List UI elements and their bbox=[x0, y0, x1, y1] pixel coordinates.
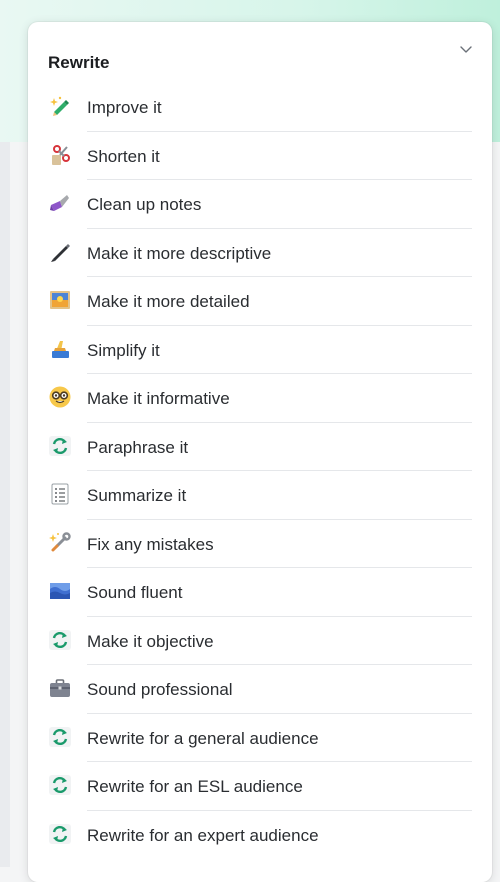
briefcase-icon bbox=[48, 676, 72, 700]
menu-item-label: Make it more detailed bbox=[87, 292, 250, 311]
sponge-icon bbox=[48, 337, 72, 361]
menu-item-label: Make it more descriptive bbox=[87, 243, 272, 263]
menu-item-label: Shorten it bbox=[87, 146, 160, 166]
rewrite-menu-panel: Rewrite Improve it Shorten it Clean up n… bbox=[28, 22, 492, 882]
menu-item-improve-it[interactable]: Improve it bbox=[28, 83, 492, 132]
menu-item-label: Paraphrase it bbox=[87, 437, 189, 457]
menu-item-clean-up-notes[interactable]: Clean up notes bbox=[28, 180, 492, 229]
rewrite-options-list: Improve it Shorten it Clean up notes Mak… bbox=[28, 83, 492, 859]
menu-item-rewrite-esl-audience[interactable]: Rewrite for an ESL audience bbox=[28, 762, 492, 811]
pencil-sparkle-icon bbox=[48, 94, 72, 118]
refresh-icon bbox=[48, 725, 72, 749]
menu-item-label: Make it informative bbox=[87, 389, 230, 408]
pen-icon bbox=[48, 240, 72, 264]
refresh-icon bbox=[48, 434, 72, 458]
menu-item-make-it-informative[interactable]: Make it informative bbox=[28, 374, 492, 423]
refresh-icon bbox=[48, 822, 72, 846]
panel-title: Rewrite bbox=[48, 53, 110, 72]
menu-item-sound-fluent[interactable]: Sound fluent bbox=[28, 568, 492, 617]
menu-item-make-it-more-descriptive[interactable]: Make it more descriptive bbox=[28, 229, 492, 277]
chevron-down-icon[interactable] bbox=[458, 41, 474, 57]
menu-item-make-it-objective[interactable]: Make it objective bbox=[28, 617, 492, 665]
nerd-face-icon bbox=[48, 385, 72, 409]
waves-icon bbox=[48, 579, 72, 603]
menu-item-label: Simplify it bbox=[87, 340, 160, 360]
menu-item-paraphrase-it[interactable]: Paraphrase it bbox=[28, 423, 492, 471]
picture-icon bbox=[48, 288, 72, 312]
list-icon bbox=[48, 482, 72, 506]
menu-item-fix-any-mistakes[interactable]: Fix any mistakes bbox=[28, 520, 492, 568]
menu-item-label: Sound professional bbox=[87, 680, 233, 699]
background-left-edge bbox=[0, 142, 10, 867]
broom-icon bbox=[48, 191, 72, 215]
menu-item-label: Make it objective bbox=[87, 631, 214, 651]
menu-item-rewrite-general-audience[interactable]: Rewrite for a general audience bbox=[28, 714, 492, 762]
menu-item-label: Summarize it bbox=[87, 486, 187, 505]
menu-item-summarize-it[interactable]: Summarize it bbox=[28, 471, 492, 520]
menu-item-label: Rewrite for an expert audience bbox=[87, 825, 319, 845]
menu-item-label: Fix any mistakes bbox=[87, 534, 214, 554]
refresh-icon bbox=[48, 628, 72, 652]
menu-item-label: Clean up notes bbox=[87, 195, 202, 214]
scissors-icon bbox=[48, 143, 72, 167]
menu-item-rewrite-expert-audience[interactable]: Rewrite for an expert audience bbox=[28, 811, 492, 860]
menu-item-shorten-it[interactable]: Shorten it bbox=[28, 132, 492, 180]
menu-item-label: Rewrite for an ESL audience bbox=[87, 777, 303, 796]
menu-item-make-it-more-detailed[interactable]: Make it more detailed bbox=[28, 277, 492, 326]
wrench-sparkle-icon bbox=[48, 531, 72, 555]
menu-item-simplify-it[interactable]: Simplify it bbox=[28, 326, 492, 374]
menu-item-label: Rewrite for a general audience bbox=[87, 728, 319, 748]
menu-item-label: Sound fluent bbox=[87, 583, 183, 602]
refresh-icon bbox=[48, 773, 72, 797]
menu-item-sound-professional[interactable]: Sound professional bbox=[28, 665, 492, 714]
menu-item-label: Improve it bbox=[87, 98, 162, 117]
